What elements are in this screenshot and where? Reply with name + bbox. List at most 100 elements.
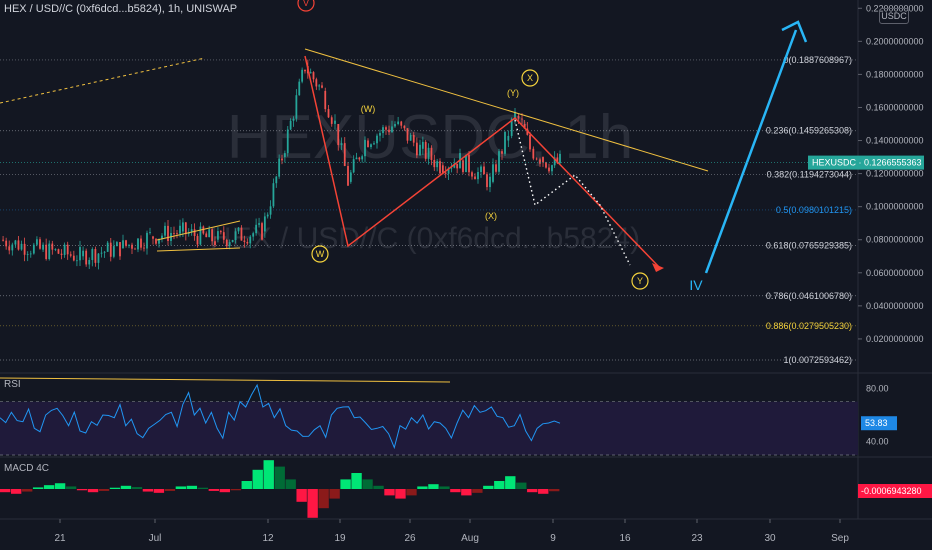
candle-body (155, 238, 157, 244)
wave-label: (W) (361, 104, 376, 114)
macd-bar (307, 489, 318, 518)
candle-body (400, 121, 403, 126)
candle-body (32, 244, 35, 254)
candle-body (312, 72, 315, 80)
y-tick-label: 0.0600000000 (866, 268, 924, 278)
macd-bar (219, 489, 230, 493)
candle-body (237, 227, 240, 232)
fib-label: 0.382(0.1194273044) (767, 170, 852, 180)
macd-bar (549, 489, 560, 492)
rsi-title: RSI (4, 379, 21, 390)
candle-body (214, 241, 216, 246)
candle-body (436, 161, 439, 168)
candle-body (382, 127, 384, 134)
candle-body (559, 153, 561, 164)
macd-bar (230, 489, 241, 491)
macd-bar (0, 489, 11, 493)
macd-value-label: -0.0006943280 (861, 486, 922, 496)
candle-body (444, 172, 447, 174)
fib-label: 0.5(0.0980101215) (776, 205, 852, 215)
candle-body (263, 216, 266, 232)
macd-bar (318, 489, 329, 509)
candle-body (340, 143, 343, 146)
candle-body (441, 165, 444, 173)
macd-bar (208, 489, 220, 491)
candle-body (72, 255, 75, 261)
candle-body (222, 232, 225, 240)
candle-body (542, 157, 544, 163)
macd-bar (538, 489, 549, 494)
candle-body (315, 79, 318, 87)
y-tick-label: 0.0400000000 (866, 301, 924, 311)
candle-body (109, 242, 112, 257)
x-tick-label: 19 (334, 533, 346, 544)
macd-bar (131, 487, 143, 489)
candle-body (66, 244, 69, 255)
candle-body (128, 244, 130, 246)
candle-body (462, 160, 464, 173)
candle-body (391, 126, 393, 133)
candle-body (548, 167, 550, 172)
y-tick-label: 0.0200000000 (866, 334, 924, 344)
candle-body (79, 246, 81, 261)
candle-body (427, 147, 430, 159)
candle-body (88, 260, 91, 265)
candle-body (337, 124, 340, 146)
candle-body (465, 154, 467, 173)
candle-body (119, 242, 121, 257)
candle-body (295, 95, 298, 119)
wave-label: W (316, 249, 325, 259)
candle-body (412, 135, 415, 143)
macd-bar (406, 489, 417, 496)
x-tick-label: 26 (404, 533, 416, 544)
candle-body (521, 118, 523, 120)
chart-canvas[interactable]: HEXUSDC, 1h HEX / USD//C (0xf6dcd...b582… (0, 0, 932, 550)
x-tick-label: 30 (764, 533, 776, 544)
candle-body (106, 242, 109, 252)
macd-bar (32, 487, 44, 489)
candle-body (419, 144, 421, 156)
macd-bar (417, 486, 428, 489)
currency-button[interactable]: USDC (879, 8, 909, 24)
candle-body (364, 139, 366, 157)
candle-body (182, 222, 184, 232)
y-tick-label: 0.1200000000 (866, 169, 924, 179)
candle-body (439, 161, 441, 174)
candle-body (373, 143, 375, 145)
candle-body (376, 135, 378, 144)
candle-body (179, 225, 181, 234)
candle-body (176, 233, 178, 235)
macd-bar (10, 489, 22, 494)
candle-body (20, 243, 23, 250)
candle-body (48, 243, 51, 260)
candle-body (39, 239, 41, 249)
candle-body (406, 128, 409, 141)
current-price-label: HEXUSDC · 0.1266555363 (812, 158, 922, 168)
candle-body (8, 246, 11, 251)
candle-body (355, 157, 358, 160)
macd-bar (153, 489, 165, 493)
candle-body (208, 229, 211, 238)
candle-body (167, 225, 169, 241)
candle-body (199, 226, 202, 245)
macd-bar (21, 489, 33, 492)
candle-body (258, 223, 260, 225)
candle-body (76, 260, 78, 262)
candle-body (125, 240, 127, 246)
x-tick-label: 9 (550, 533, 556, 544)
candle-body (261, 223, 263, 240)
macd-bar (428, 484, 439, 489)
wave-label: (Y) (507, 88, 519, 98)
macd-bar (76, 489, 88, 491)
candle-body (112, 246, 115, 257)
candle-body (42, 244, 44, 250)
macd-bar (252, 469, 263, 489)
symbol-title: HEX / USD//C (0xf6dcd...b5824), 1h, UNIS… (4, 3, 238, 15)
candle-body (483, 166, 485, 175)
wave-label: (X) (485, 211, 497, 221)
macd-bar (527, 489, 538, 493)
macd-bar (351, 473, 362, 489)
candle-body (143, 247, 145, 249)
candle-body (131, 244, 133, 249)
candle-body (388, 129, 390, 133)
